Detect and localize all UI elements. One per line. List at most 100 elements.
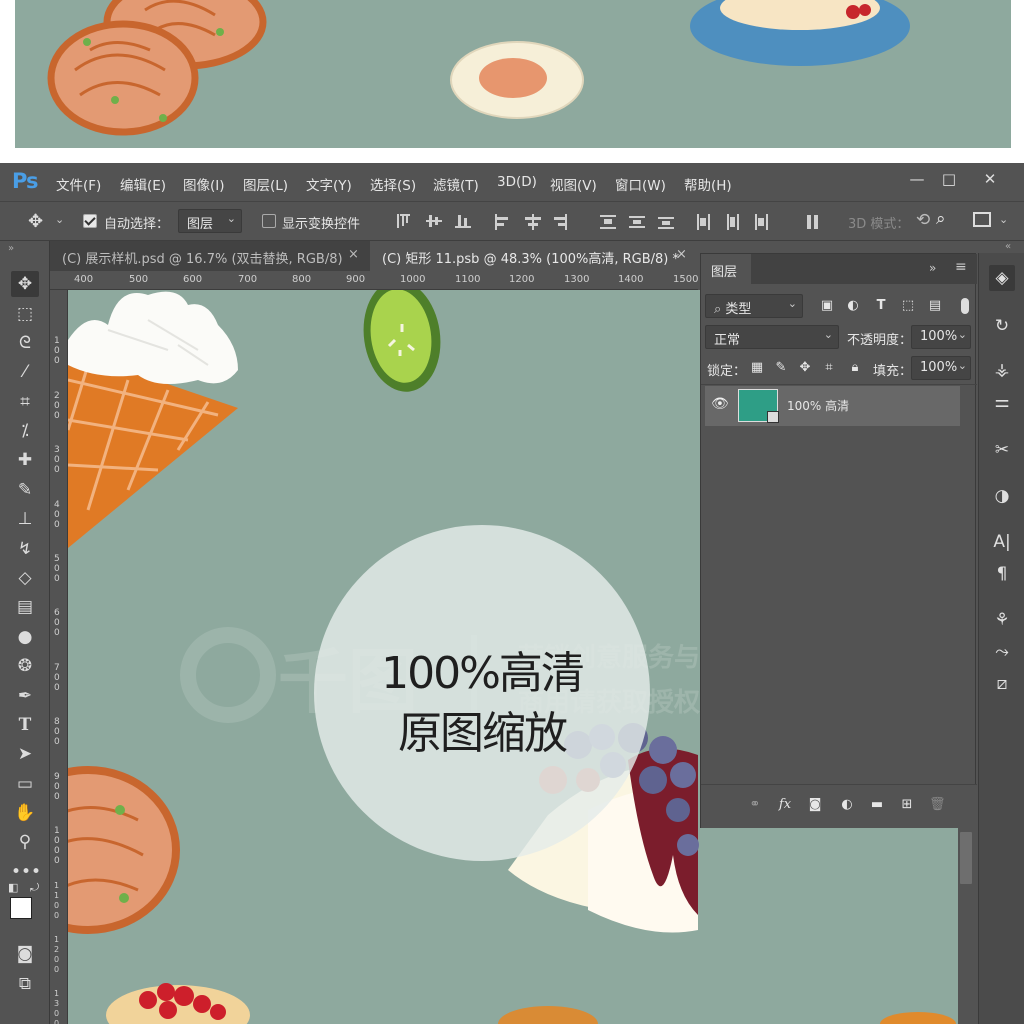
properties-panel-icon[interactable]: ◑ [989,483,1015,509]
layer-row[interactable]: 👁︎ 100% 高清 [705,386,960,426]
move-tool-icon[interactable]: ✥ [11,271,39,297]
menu-file[interactable]: 文件(F) [56,174,101,194]
3d-panel-icon[interactable]: ⧄ [989,671,1015,697]
tab-layers[interactable]: 图层 [701,254,751,284]
layer-filter-dropdown[interactable]: ⌕ 类型 ⌄ [705,294,803,318]
menu-type[interactable]: 文字(Y) [306,174,352,194]
close-window-button[interactable]: ✕ [976,168,1004,190]
auto-select-checkbox[interactable] [83,214,97,228]
new-layer-icon[interactable]: ⊞ [899,797,915,813]
menu-window[interactable]: 窗口(W) [615,174,666,194]
chevron-down-icon: ⌄ [226,212,236,225]
eyedropper-tool-icon[interactable]: ⁒ [11,418,39,444]
delete-layer-icon[interactable]: 🗑︎ [929,797,946,813]
blend-mode-dropdown[interactable]: 正常 ⌄ [705,325,839,349]
eye-icon[interactable]: 👁︎ [711,396,729,412]
scrollbar-thumb[interactable] [960,832,972,884]
pen-tool-icon[interactable]: ✒ [11,683,39,709]
lock-transparent-icon[interactable]: ▦ [749,360,765,376]
add-mask-icon[interactable]: ◙ [807,797,823,813]
brush-tool-icon[interactable]: ✎ [11,477,39,503]
adjustments-panel-icon[interactable]: ⚌ [989,389,1015,415]
menu-edit[interactable]: 编辑(E) [120,174,166,194]
menu-image[interactable]: 图像(I) [183,174,225,194]
magic-wand-tool-icon[interactable]: ⁄ [11,359,39,385]
screen-mode-icon[interactable]: ⧉ [11,971,39,997]
quick-mask-icon[interactable]: ◙ [11,941,39,967]
3d-orbit-icon[interactable]: ⟲ [916,210,930,230]
chevron-down-icon[interactable]: ⌄ [999,213,1008,226]
healing-brush-tool-icon[interactable]: ✚ [11,447,39,473]
minimize-button[interactable]: — [903,168,931,190]
menu-view[interactable]: 视图(V) [550,174,597,194]
channels-panel-icon[interactable]: ⚘ [989,607,1015,633]
character-panel-icon[interactable]: A| [989,529,1015,555]
zoom-tool-icon[interactable]: ⚲ [11,829,39,855]
auto-select-label: 自动选择： [104,217,170,232]
panel-menu-icon[interactable]: ≡ [955,259,967,275]
filter-smart-object-icon[interactable]: ▤ [927,298,943,314]
auto-select-dropdown[interactable]: 图层 ⌄ [178,209,242,233]
menu-3d[interactable]: 3D(D) [497,174,537,190]
filter-toggle[interactable] [961,298,969,314]
layer-style-icon[interactable]: fx [777,797,793,813]
path-selection-tool-icon[interactable]: ➤ [11,741,39,767]
vertical-scrollbar[interactable] [958,828,975,1024]
lasso-tool-icon[interactable]: ᘓ [11,330,39,356]
hand-tool-icon[interactable]: ✋ [11,800,39,826]
swap-colors-icon[interactable]: ⤾ [30,881,39,895]
search-icon[interactable]: ⌕ [936,209,946,229]
default-colors-icon[interactable]: ◧ [8,881,18,894]
tab-close-icon[interactable]: × [676,247,687,262]
menu-filter[interactable]: 滤镜(T) [433,174,479,194]
paths-panel-icon[interactable]: ⤳ [989,639,1015,665]
history-brush-tool-icon[interactable]: ↯ [11,536,39,562]
filter-shape-icon[interactable]: ⬚ [900,298,916,314]
brush-settings-icon[interactable]: ⚶ [989,357,1015,383]
new-group-icon[interactable]: ▬ [869,797,885,813]
promo-line2: 原图缩放 [398,708,568,759]
collapse-arrows-icon[interactable]: « [1005,241,1011,252]
collapse-arrows-icon[interactable]: » [929,261,936,275]
adjustment-layer-icon[interactable]: ◐ [839,797,855,813]
filter-pixel-icon[interactable]: ▣ [819,298,835,314]
eraser-tool-icon[interactable]: ◇ [11,565,39,591]
history-panel-icon[interactable]: ↻ [989,313,1015,339]
menu-layer[interactable]: 图层(L) [243,174,288,194]
tool-presets-icon[interactable]: ✂ [989,437,1015,463]
menu-select[interactable]: 选择(S) [370,174,416,194]
horizontal-ruler: 400 500 600 700 800 900 1000 1100 1200 1… [50,271,698,290]
move-tool-icon[interactable]: ✥ [28,211,43,232]
blur-tool-icon[interactable]: ● [11,624,39,650]
filter-type-icon[interactable]: T [873,298,889,314]
tab-document-mockup[interactable]: (C) 展示样机.psd @ 16.7% (双击替换, RGB/8) × [50,241,370,271]
show-transform-checkbox[interactable] [262,214,276,228]
workspace-icon[interactable] [973,212,991,227]
collapse-arrows-icon[interactable]: » [8,243,14,254]
foreground-color-swatch[interactable] [10,897,32,919]
rectangle-tool-icon[interactable]: ▭ [11,771,39,797]
link-layers-icon[interactable]: ⚭ [747,797,763,813]
menu-help[interactable]: 帮助(H) [684,174,732,194]
lock-artboard-icon[interactable]: ⌗ [821,360,837,376]
gradient-tool-icon[interactable]: ▤ [11,594,39,620]
type-tool-icon[interactable]: T [11,712,39,738]
maximize-button[interactable]: □ [935,168,963,190]
marquee-tool-icon[interactable]: ⬚ [11,301,39,327]
crop-tool-icon[interactable]: ⌗ [11,389,39,415]
lock-all-icon[interactable]: 🔒︎ [847,360,863,376]
paragraph-panel-icon[interactable]: ¶ [989,561,1015,587]
opacity-field[interactable]: 100% ⌄ [911,325,971,349]
dodge-tool-icon[interactable]: ❂ [11,653,39,679]
tab-close-icon[interactable]: × [348,247,359,262]
clone-stamp-tool-icon[interactable]: ⊥ [11,506,39,532]
layer-name[interactable]: 100% 高清 [787,397,849,414]
fill-field[interactable]: 100% ⌄ [911,356,971,380]
lock-position-icon[interactable]: ✥ [797,360,813,376]
chevron-down-icon[interactable]: ⌄ [55,213,64,226]
layers-panel-icon[interactable]: ◈ [989,265,1015,291]
lock-image-icon[interactable]: ✎ [773,360,789,376]
align-distribute-icons[interactable] [395,212,835,232]
tab-document-rect11[interactable]: (C) 矩形 11.psb @ 48.3% (100%高清, RGB/8) * … [370,241,698,271]
filter-adjustment-icon[interactable]: ◐ [845,298,861,314]
